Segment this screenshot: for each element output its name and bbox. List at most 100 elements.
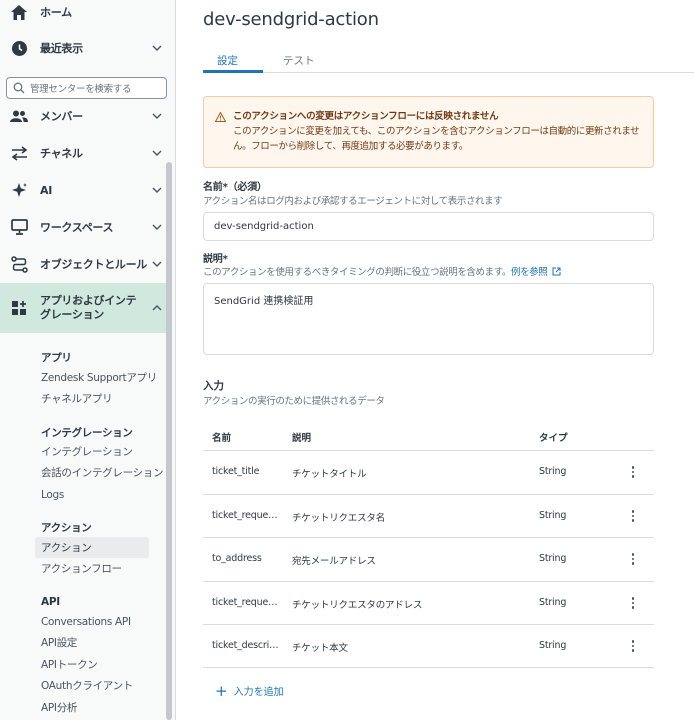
- sub-item-zendesk-support-apps[interactable]: Zendesk Supportアプリ: [35, 367, 157, 388]
- chevron-down-icon: [152, 45, 162, 51]
- chevron-down-icon: [152, 150, 162, 156]
- nav-ai-label: AI: [40, 183, 53, 197]
- name-input[interactable]: dev-sendgrid-action: [203, 212, 654, 241]
- sub-item-conversations-api[interactable]: Conversations API: [35, 611, 149, 632]
- add-input-label: 入力を追加: [233, 687, 284, 698]
- sub-item-api-settings[interactable]: API設定: [35, 632, 149, 653]
- page-title: dev-sendgrid-action: [203, 9, 379, 30]
- row-menu-icon[interactable]: [628, 464, 638, 482]
- name-field-label: 名前*（必須）: [203, 182, 267, 193]
- warning-title: このアクションへの変更はアクションフローには反映されません: [233, 111, 499, 122]
- input-name: ticket_title: [212, 466, 260, 477]
- warning-alert: このアクションへの変更はアクションフローには反映されません このアクションに変更…: [203, 96, 654, 168]
- chevron-down-icon: [152, 224, 162, 230]
- search-icon: [13, 82, 25, 94]
- nav-apps-integrations[interactable]: アプリおよびインテグレーション: [0, 283, 172, 333]
- sub-item-api-analytics[interactable]: API分析: [35, 697, 149, 718]
- chevron-up-icon: [152, 305, 162, 311]
- sub-item-logs[interactable]: Logs: [35, 484, 149, 505]
- input-type: String: [539, 553, 567, 564]
- row-menu-icon[interactable]: [628, 638, 638, 656]
- nav-apps-integrations-label: アプリおよびインテグレーション: [40, 294, 137, 321]
- plus-icon: +: [215, 681, 228, 700]
- tab-settings[interactable]: 設定: [217, 53, 238, 68]
- tab-test[interactable]: テスト: [283, 53, 315, 68]
- description-field-hint-row: このアクションを使用するべきタイミングの判断に役立つ説明を含めます。例を参照: [203, 264, 561, 278]
- warning-body: このアクションに変更を加えても、このアクションを含むアクションフローは自動的に更…: [233, 126, 640, 152]
- row-menu-icon[interactable]: [628, 551, 638, 569]
- column-header-type: タイプ: [539, 433, 568, 444]
- nav-recent-label: 最近表示: [40, 42, 83, 55]
- chevron-down-icon: [152, 113, 162, 119]
- nav-recent[interactable]: 最近表示: [0, 30, 172, 66]
- row-menu-icon[interactable]: [628, 595, 638, 613]
- people-icon: [10, 107, 28, 125]
- description-field-hint: このアクションを使用するべきタイミングの判断に役立つ説明を含めます。: [203, 267, 511, 278]
- nav-objects-rules[interactable]: オブジェクトとルール: [0, 246, 172, 282]
- nav-members-label: メンバー: [40, 110, 83, 123]
- sidebar-scrollbar[interactable]: [166, 162, 172, 720]
- input-type: String: [539, 510, 567, 521]
- sub-item-actions[interactable]: アクション: [35, 537, 149, 558]
- table-row[interactable]: ticket_descri… チケット本文 String: [203, 624, 654, 668]
- warning-icon: [215, 112, 226, 122]
- apps-icon: [10, 299, 28, 317]
- nav-objects-rules-label: オブジェクトとルール: [40, 258, 147, 271]
- nav-workspace-label: ワークスペース: [40, 221, 114, 234]
- name-field-hint: アクション名はログ内および承認するエージェントに対して表示されます: [203, 196, 503, 207]
- add-input-button[interactable]: + 入力を追加: [215, 683, 284, 698]
- input-name: to_address: [212, 553, 262, 564]
- route-icon: [10, 255, 28, 273]
- monitor-icon: [10, 218, 28, 236]
- chevron-down-icon: [152, 187, 162, 193]
- tab-bar: 設定 テスト: [203, 46, 694, 73]
- input-name: ticket_reque…: [212, 597, 278, 608]
- input-type: String: [539, 466, 567, 477]
- nav-ai[interactable]: AI: [0, 172, 172, 208]
- input-description: チケットリクエスタのアドレス: [292, 600, 423, 611]
- input-type: String: [539, 640, 567, 651]
- sub-item-integrations[interactable]: インテグレーション: [35, 441, 149, 462]
- input-description: チケットタイトル: [292, 469, 367, 480]
- sub-item-api-tokens[interactable]: APIトークン: [35, 654, 149, 675]
- input-description: チケットリクエスタ名: [292, 513, 386, 524]
- group-heading-actions: アクション: [41, 522, 92, 534]
- home-icon: [10, 3, 28, 21]
- column-header-name: 名前: [212, 433, 232, 444]
- row-menu-icon[interactable]: [628, 508, 638, 526]
- admin-search-input[interactable]: 管理センターを検索する: [6, 77, 167, 99]
- input-type: String: [539, 597, 567, 608]
- active-tab-indicator: [203, 70, 263, 73]
- inputs-section-title: 入力: [203, 380, 224, 392]
- sidebar: ホーム 最近表示 管理センターを検索する メンバー チャネル AI ワークスペー…: [0, 0, 176, 720]
- nav-workspace[interactable]: ワークスペース: [0, 209, 172, 245]
- input-name: ticket_reque…: [212, 510, 278, 521]
- table-row[interactable]: ticket_title チケットタイトル String: [203, 450, 654, 494]
- nav-channels[interactable]: チャネル: [0, 135, 172, 171]
- nav-channels-label: チャネル: [40, 147, 83, 160]
- nav-home[interactable]: ホーム: [0, 0, 172, 30]
- description-field-label: 説明*: [203, 254, 228, 265]
- inputs-section-hint: アクションの実行のために提供されるデータ: [203, 396, 385, 407]
- table-row[interactable]: to_address 宛先メールアドレス String: [203, 537, 654, 581]
- nav-home-label: ホーム: [40, 6, 72, 19]
- sub-item-conversation-integrations[interactable]: 会話のインテグレーション: [35, 462, 164, 483]
- external-link-icon: [552, 267, 561, 276]
- sub-item-action-flows[interactable]: アクションフロー: [35, 558, 149, 579]
- input-name: ticket_descri…: [212, 640, 279, 651]
- input-description: チケット本文: [292, 643, 348, 654]
- group-heading-api: API: [41, 596, 60, 608]
- examples-link[interactable]: 例を参照: [511, 267, 548, 278]
- arrows-icon: [10, 144, 28, 162]
- nav-members[interactable]: メンバー: [0, 98, 172, 134]
- clock-icon: [10, 39, 28, 57]
- chevron-down-icon: [152, 261, 162, 267]
- table-row[interactable]: ticket_reque… チケットリクエスタ名 String: [203, 494, 654, 538]
- group-heading-integrations: インテグレーション: [41, 427, 133, 439]
- sub-item-channel-apps[interactable]: チャネルアプリ: [35, 388, 149, 409]
- search-placeholder: 管理センターを検索する: [30, 84, 132, 95]
- table-row[interactable]: ticket_reque… チケットリクエスタのアドレス String: [203, 581, 654, 625]
- sub-item-oauth-clients[interactable]: OAuthクライアント: [35, 675, 149, 696]
- input-description: 宛先メールアドレス: [292, 556, 376, 567]
- description-textarea[interactable]: SendGrid 連携検証用: [203, 283, 654, 355]
